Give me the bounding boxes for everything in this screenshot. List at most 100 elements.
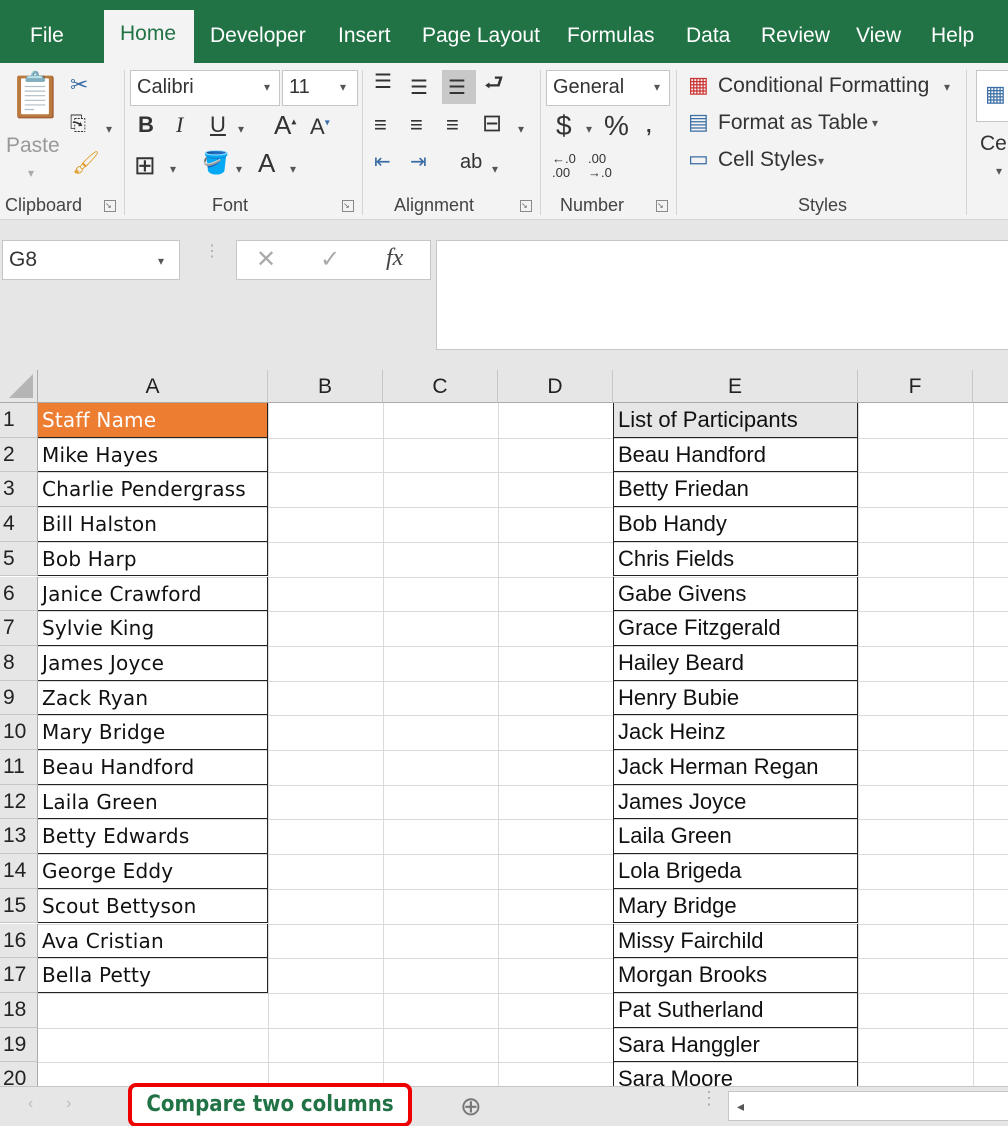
- next-sheet-icon[interactable]: ›: [66, 1095, 71, 1113]
- decrease-font-icon[interactable]: A▾: [310, 116, 330, 138]
- participants-header-cell[interactable]: List of Participants: [613, 403, 858, 438]
- tab-data[interactable]: Data: [678, 12, 738, 63]
- conditional-formatting-dropdown-icon[interactable]: ▾: [944, 80, 950, 94]
- participant-cell[interactable]: Grace Fitzgerald: [613, 611, 858, 646]
- percent-button[interactable]: %: [604, 112, 629, 140]
- participant-cell[interactable]: Missy Fairchild: [613, 923, 858, 959]
- cells-dropdown-icon[interactable]: ▾: [996, 164, 1002, 178]
- fill-color-dropdown-icon[interactable]: ▾: [236, 162, 242, 176]
- row-header-14[interactable]: 14: [0, 854, 38, 889]
- merge-dropdown-icon[interactable]: ▾: [518, 122, 524, 136]
- tab-developer[interactable]: Developer: [202, 12, 314, 63]
- decrease-decimal-button[interactable]: .00 →.0: [588, 152, 612, 180]
- column-header-d[interactable]: D: [498, 370, 613, 403]
- format-as-table-button[interactable]: Format as Table: [718, 111, 868, 135]
- staff-name-cell[interactable]: George Eddy: [38, 854, 268, 889]
- align-right-icon[interactable]: ≡: [446, 114, 459, 136]
- fill-color-icon[interactable]: 🪣: [202, 152, 229, 174]
- participant-cell[interactable]: Beau Handford: [613, 437, 858, 473]
- tab-review[interactable]: Review: [753, 12, 838, 63]
- participant-cell[interactable]: Morgan Brooks: [613, 958, 858, 993]
- row-header-13[interactable]: 13: [0, 819, 38, 855]
- column-header-e[interactable]: E: [613, 370, 858, 403]
- add-sheet-button[interactable]: ⊕: [460, 1093, 482, 1119]
- row-header-15[interactable]: 15: [0, 888, 38, 924]
- underline-button[interactable]: U: [210, 114, 226, 136]
- participant-cell[interactable]: Chris Fields: [613, 541, 858, 577]
- horizontal-scrollbar[interactable]: ◂: [728, 1091, 1008, 1121]
- cell-styles-dropdown-icon[interactable]: ▾: [818, 154, 824, 168]
- staff-name-cell[interactable]: Ava Cristian: [38, 923, 268, 959]
- bottom-align-icon[interactable]: ☰: [442, 70, 476, 104]
- insert-function-button[interactable]: fx: [386, 246, 403, 270]
- row-header-16[interactable]: 16: [0, 923, 38, 959]
- orientation-dropdown-icon[interactable]: ▾: [492, 162, 498, 176]
- staff-name-cell[interactable]: Mary Bridge: [38, 715, 268, 750]
- staff-name-cell[interactable]: Bob Harp: [38, 541, 268, 577]
- increase-font-icon[interactable]: A▴: [274, 112, 296, 138]
- participant-cell[interactable]: Bob Handy: [613, 507, 858, 542]
- participant-cell[interactable]: Pat Sutherland: [613, 992, 858, 1028]
- row-header-10[interactable]: 10: [0, 715, 38, 750]
- number-format-dropdown-icon[interactable]: ▾: [654, 80, 660, 94]
- staff-name-cell[interactable]: Bella Petty: [38, 958, 268, 993]
- row-header-19[interactable]: 19: [0, 1027, 38, 1063]
- font-color-dropdown-icon[interactable]: ▾: [290, 162, 296, 176]
- column-header-c[interactable]: C: [383, 370, 498, 403]
- row-header-7[interactable]: 7: [0, 611, 38, 646]
- cancel-formula-button[interactable]: ✕: [256, 248, 276, 272]
- staff-name-cell[interactable]: Laila Green: [38, 784, 268, 820]
- scroll-left-icon[interactable]: ◂: [737, 1098, 744, 1115]
- row-header-3[interactable]: 3: [0, 472, 38, 508]
- name-box-dropdown-icon[interactable]: ▾: [158, 254, 164, 268]
- staff-name-cell[interactable]: Beau Handford: [38, 750, 268, 785]
- row-header-17[interactable]: 17: [0, 958, 38, 993]
- orientation-icon[interactable]: ab: [460, 152, 482, 172]
- formula-bar-grip[interactable]: ⋮: [204, 244, 220, 260]
- row-header-18[interactable]: 18: [0, 992, 38, 1028]
- participant-cell[interactable]: Hailey Beard: [613, 645, 858, 681]
- tab-split-grip[interactable]: ⋮: [700, 1089, 718, 1107]
- row-header-1[interactable]: 1: [0, 403, 38, 438]
- bold-button[interactable]: B: [138, 114, 154, 136]
- decrease-indent-icon[interactable]: ⇤: [374, 152, 391, 172]
- participant-cell[interactable]: Henry Bubie: [613, 680, 858, 716]
- cells-button-label[interactable]: Cel: [980, 132, 1008, 156]
- format-painter-icon[interactable]: 🖌: [72, 152, 100, 174]
- tab-formulas[interactable]: Formulas: [559, 12, 663, 63]
- row-header-6[interactable]: 6: [0, 576, 38, 612]
- row-header-4[interactable]: 4: [0, 507, 38, 542]
- participant-cell[interactable]: James Joyce: [613, 784, 858, 820]
- prev-sheet-icon[interactable]: ‹: [28, 1095, 33, 1113]
- row-header-9[interactable]: 9: [0, 680, 38, 716]
- underline-dropdown-icon[interactable]: ▾: [238, 122, 244, 136]
- conditional-formatting-button[interactable]: Conditional Formatting: [718, 74, 929, 98]
- copy-icon[interactable]: ⎘: [70, 114, 86, 134]
- borders-icon[interactable]: ⊞: [134, 152, 156, 178]
- participant-cell[interactable]: Gabe Givens: [613, 576, 858, 612]
- staff-name-cell[interactable]: Janice Crawford: [38, 576, 268, 612]
- tab-view[interactable]: View: [848, 12, 909, 63]
- wrap-text-icon[interactable]: ⮐: [484, 72, 504, 94]
- clipboard-launcher-icon[interactable]: ↘: [104, 200, 116, 212]
- font-size-dropdown-icon[interactable]: ▾: [340, 80, 346, 94]
- staff-name-cell[interactable]: Bill Halston: [38, 507, 268, 542]
- column-header-a[interactable]: A: [38, 370, 268, 403]
- row-header-5[interactable]: 5: [0, 541, 38, 577]
- comma-style-button[interactable]: ,: [646, 116, 652, 136]
- spreadsheet-grid[interactable]: A B C D E F 1 2 3 4 5 6 7 8 9 10 11 12 13 14 15 16 17 18 19 20 Sta…: [0, 370, 1008, 1086]
- number-format-select[interactable]: General: [546, 70, 670, 106]
- participant-cell[interactable]: Sara Moore: [613, 1062, 858, 1086]
- font-family-dropdown-icon[interactable]: ▾: [264, 80, 270, 94]
- participant-cell[interactable]: Betty Friedan: [613, 472, 858, 508]
- alignment-launcher-icon[interactable]: ↘: [520, 200, 532, 212]
- increase-decimal-button[interactable]: ←.0 .00: [552, 152, 576, 180]
- align-center-icon[interactable]: ≡: [410, 114, 423, 136]
- select-all-button[interactable]: [0, 370, 38, 403]
- increase-indent-icon[interactable]: ⇥: [410, 152, 427, 172]
- name-box[interactable]: G8: [2, 240, 180, 280]
- staff-name-cell[interactable]: Scout Bettyson: [38, 888, 268, 924]
- paste-label[interactable]: Paste: [6, 134, 60, 158]
- staff-name-cell[interactable]: James Joyce: [38, 645, 268, 681]
- column-header-f[interactable]: F: [858, 370, 973, 403]
